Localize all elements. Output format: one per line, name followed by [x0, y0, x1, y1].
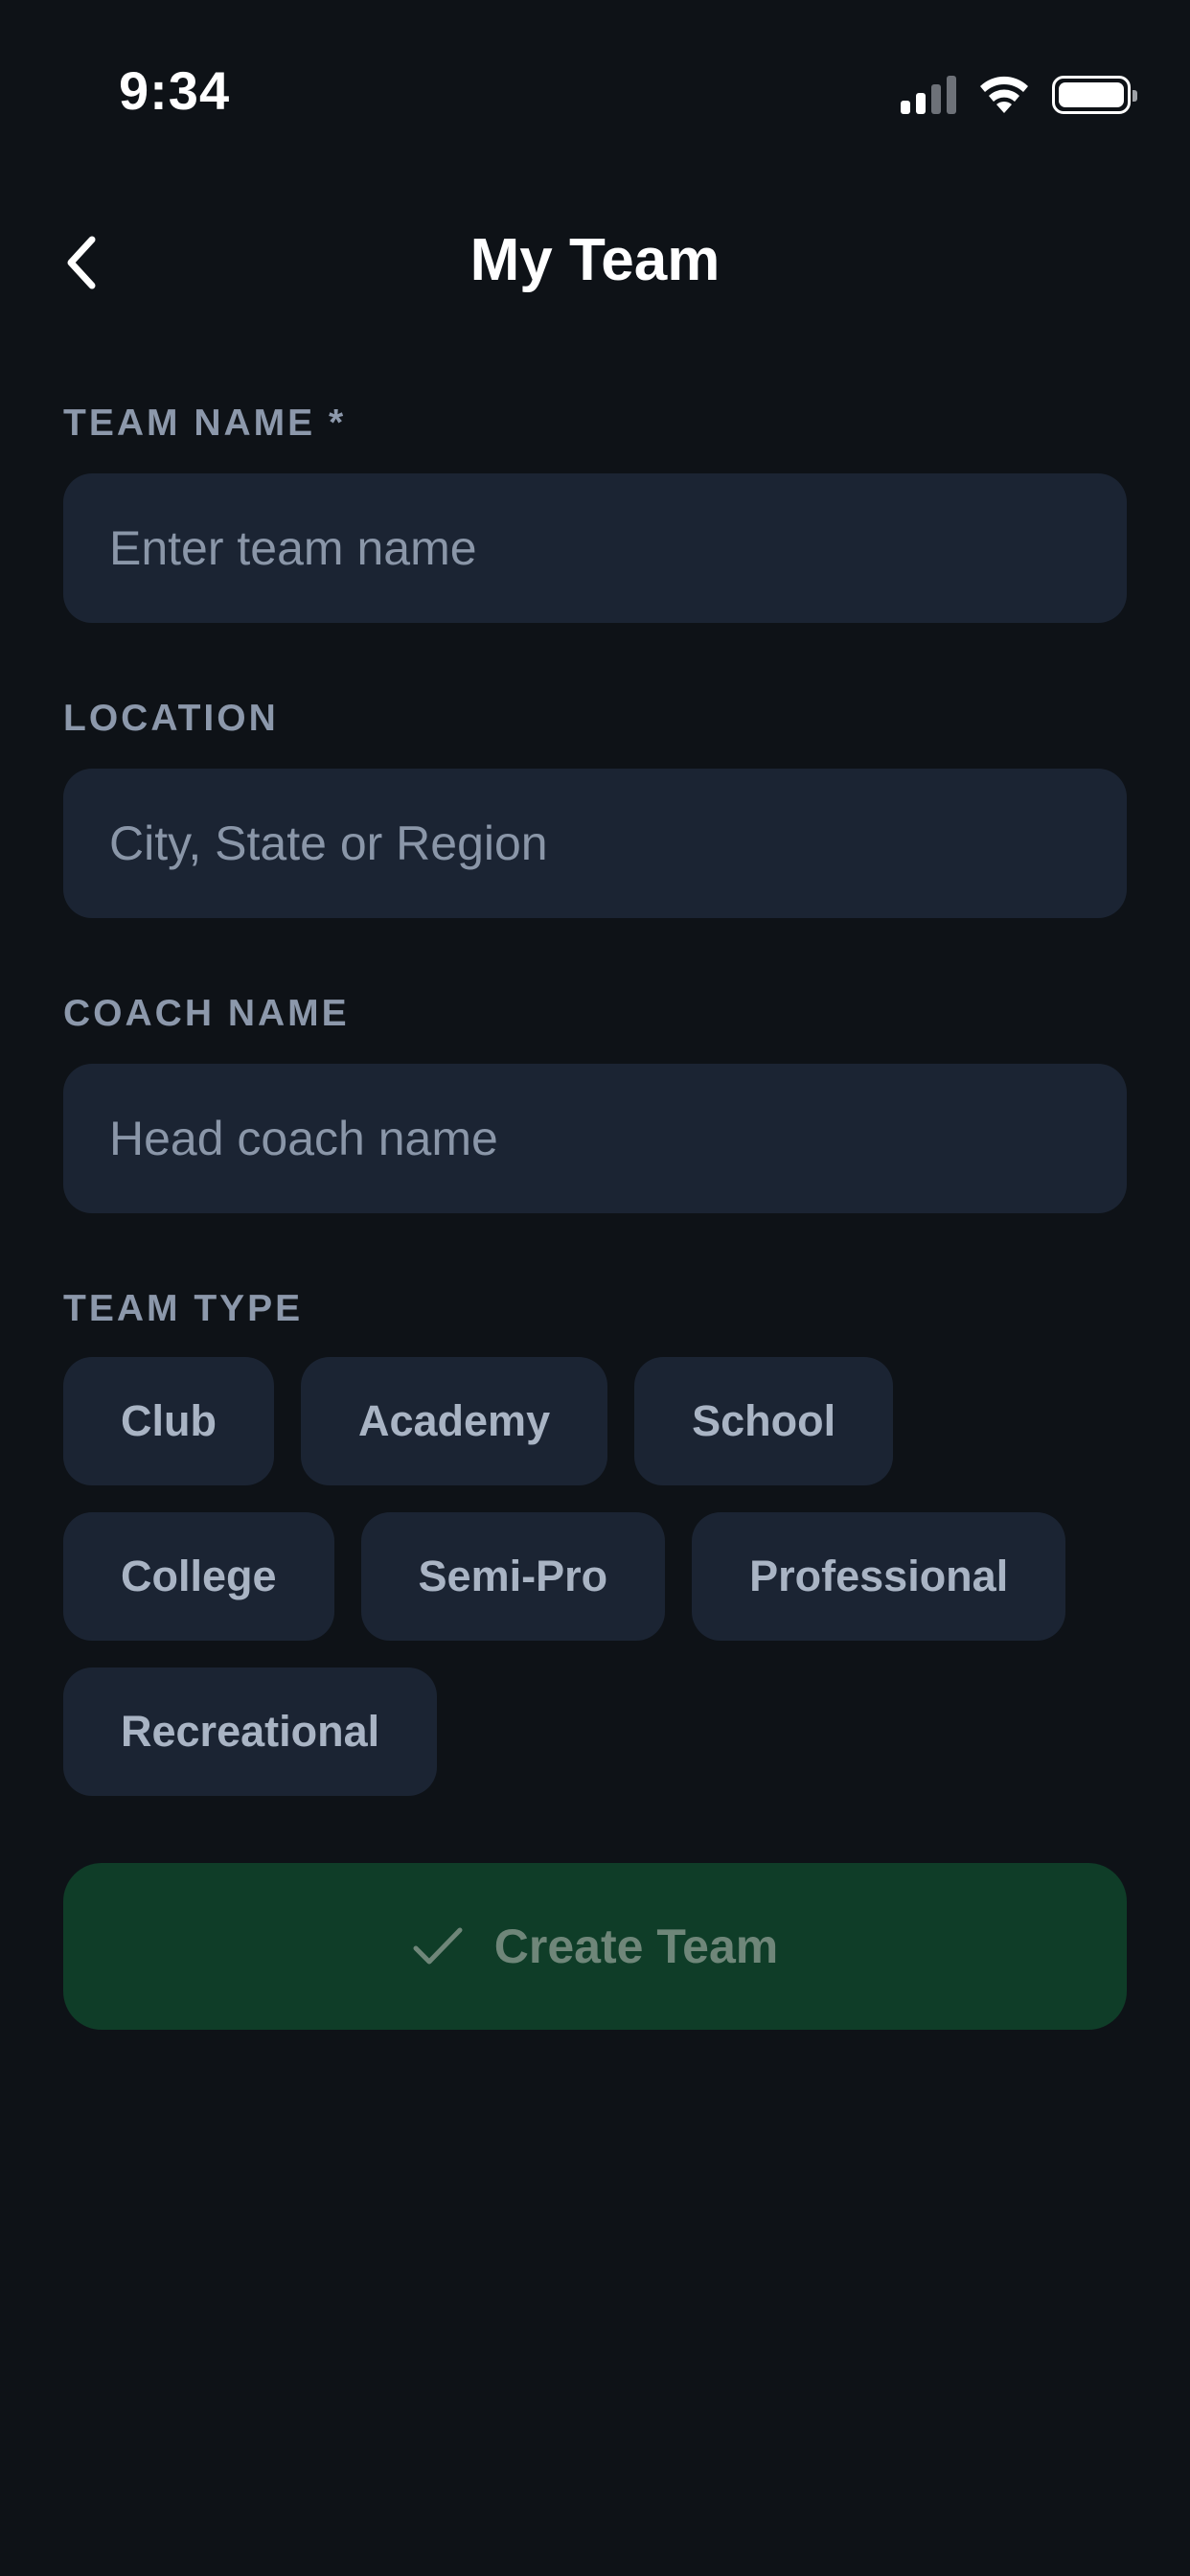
- create-team-button[interactable]: Create Team: [63, 1863, 1127, 2030]
- coach-name-label: COACH NAME: [63, 993, 350, 1034]
- team-type-chip-school[interactable]: School: [634, 1357, 894, 1485]
- team-type-chip-club[interactable]: Club: [63, 1357, 274, 1485]
- status-time: 9:34: [119, 60, 231, 121]
- location-input[interactable]: [63, 769, 1127, 918]
- team-name-label: TEAM NAME *: [63, 402, 347, 444]
- page-title: My Team: [469, 227, 721, 293]
- header: My Team: [0, 201, 1190, 326]
- battery-icon: [1052, 76, 1137, 114]
- team-form: TEAM NAME * LOCATION COACH NAME TEAM TYP…: [63, 395, 1127, 1796]
- location-label: LOCATION: [63, 698, 279, 739]
- team-type-group: TEAM TYPE Club Academy School College Se…: [63, 1280, 1127, 1796]
- team-type-chip-academy[interactable]: Academy: [300, 1357, 608, 1485]
- coach-name-group: COACH NAME: [63, 985, 1127, 1213]
- status-icons: [901, 73, 1137, 117]
- status-bar: 9:34: [0, 0, 1190, 192]
- location-group: LOCATION: [63, 690, 1127, 918]
- coach-name-input[interactable]: [63, 1064, 1127, 1213]
- checkmark-icon: [413, 1927, 463, 1965]
- team-type-chip-semi-pro[interactable]: Semi-Pro: [360, 1512, 666, 1641]
- team-type-chip-college[interactable]: College: [63, 1512, 334, 1641]
- team-type-chip-professional[interactable]: Professional: [692, 1512, 1066, 1641]
- create-team-label: Create Team: [493, 1920, 779, 1973]
- team-name-group: TEAM NAME *: [63, 395, 1127, 623]
- team-type-chip-recreational[interactable]: Recreational: [63, 1668, 438, 1796]
- team-type-label: TEAM TYPE: [63, 1288, 304, 1329]
- team-type-options: Club Academy School College Semi-Pro Pro…: [63, 1357, 1127, 1796]
- wifi-icon: [980, 76, 1028, 113]
- team-name-input[interactable]: [63, 473, 1127, 623]
- cellular-signal-icon: [901, 76, 956, 114]
